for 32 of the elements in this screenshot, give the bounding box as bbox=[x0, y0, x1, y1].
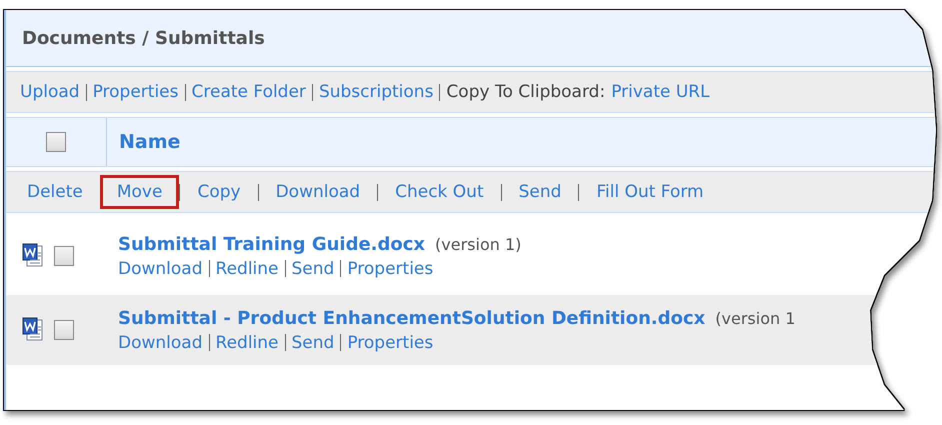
document-icon bbox=[22, 317, 44, 343]
toolbar-link[interactable]: Upload bbox=[20, 82, 80, 102]
action-link[interactable]: Move bbox=[100, 175, 180, 209]
action-link[interactable]: Check Out bbox=[378, 175, 501, 209]
action-link[interactable]: Send bbox=[502, 175, 578, 209]
file-action-link[interactable]: Properties bbox=[347, 332, 434, 352]
action-link[interactable]: Download bbox=[258, 175, 378, 209]
version-label: (version 1 bbox=[715, 308, 796, 328]
file-action-link[interactable]: Download bbox=[118, 332, 203, 352]
file-action-link[interactable]: Download bbox=[118, 258, 203, 278]
action-link[interactable]: Delete bbox=[10, 175, 100, 209]
file-action-link[interactable]: Redline bbox=[216, 258, 278, 278]
file-action-link[interactable]: Properties bbox=[347, 258, 434, 278]
file-name-link[interactable]: Submittal - Product EnhancementSolution Definition.docx bbox=[118, 308, 706, 328]
file-action-link[interactable]: Send bbox=[292, 332, 334, 352]
toolbar-label: Copy To Clipboard: bbox=[446, 82, 606, 102]
toolbar-link[interactable]: Private URL bbox=[611, 82, 710, 102]
toolbar-link[interactable]: Create Folder bbox=[192, 82, 306, 102]
document-icon bbox=[22, 243, 44, 269]
column-header[interactable]: Name bbox=[119, 131, 180, 153]
checkbox[interactable] bbox=[54, 320, 74, 340]
toolbar-link[interactable]: Subscriptions bbox=[318, 82, 434, 102]
file-action-link[interactable]: Redline bbox=[216, 332, 278, 352]
page-title: Documents / Submittals bbox=[22, 28, 265, 48]
action-link[interactable]: Fill Out Form bbox=[579, 175, 721, 209]
file-action-link[interactable]: Send bbox=[292, 258, 334, 278]
version-label: (version 1) bbox=[435, 234, 522, 254]
action-link[interactable]: Copy bbox=[180, 175, 258, 209]
toolbar-link[interactable]: Properties bbox=[92, 82, 178, 102]
file-name-link[interactable]: Submittal Training Guide.docx bbox=[118, 234, 426, 254]
checkbox[interactable] bbox=[54, 246, 74, 266]
checkbox[interactable] bbox=[46, 132, 66, 152]
